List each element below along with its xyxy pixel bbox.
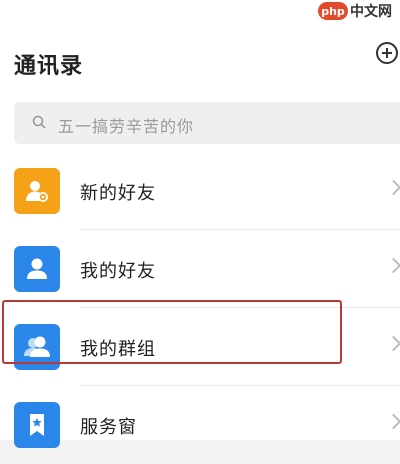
search-placeholder: 五一搞劳辛苦的你 [58,117,195,136]
watermark-text: 中文网 [350,4,392,20]
watermark-badge: php [318,2,348,20]
bookmark-icon [14,402,60,448]
list-item-my-friends[interactable]: 我的好友 [0,230,400,308]
page-title: 通讯录 [14,54,84,79]
chevron-right-icon [385,413,400,430]
list-item-label: 新的好友 [80,183,156,204]
list-item-service-window[interactable]: 服务窗 [0,386,400,464]
chevron-right-icon [385,335,400,352]
new-friend-icon [14,168,60,214]
plus-circle-icon[interactable] [376,42,398,64]
chevron-right-icon [385,257,400,274]
search-input[interactable]: 五一搞劳辛苦的你 [14,102,400,144]
highlight-box [2,300,342,364]
person-icon [14,246,60,292]
search-icon [32,115,46,129]
contacts-panel: php 中文网 通讯录 五一搞劳辛苦的你 新的好友 我的好友 我的群组 服务窗 [0,0,400,448]
chevron-right-icon [385,179,400,196]
list-item-label: 服务窗 [80,417,137,438]
list-item-label: 我的好友 [80,261,156,282]
list-item-new-friends[interactable]: 新的好友 [0,152,400,230]
watermark-logo: php 中文网 [318,0,400,22]
page-header: 通讯录 [0,30,400,90]
